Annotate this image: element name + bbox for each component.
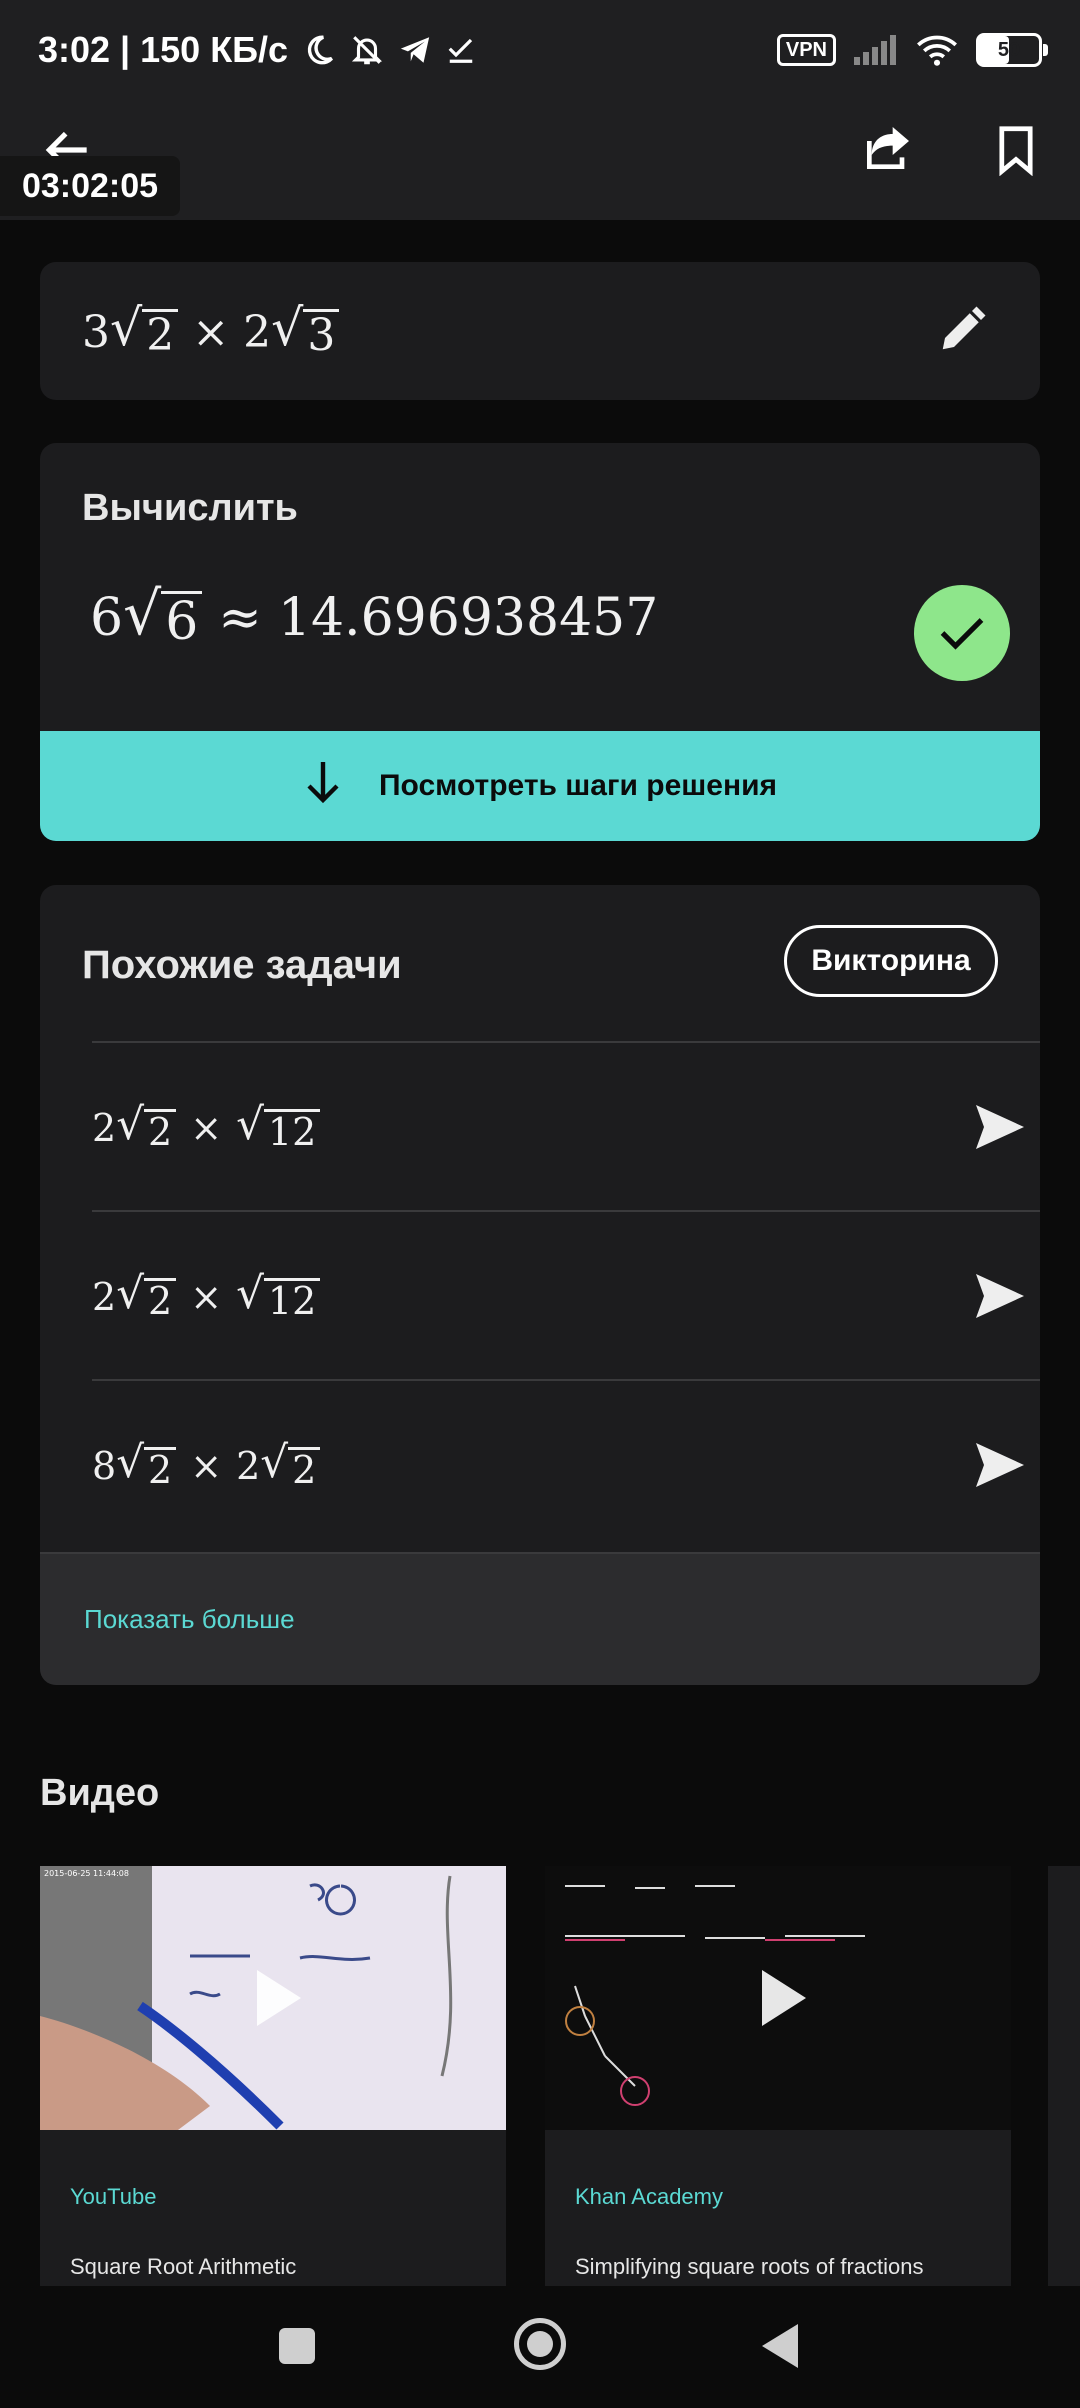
home-circle-icon[interactable] (514, 2318, 566, 2370)
radicand: 2 (144, 1277, 177, 1323)
operator: × (190, 1275, 223, 1319)
status-bar: 3:02 | 150 КБ/с VPN 50 (0, 0, 1080, 100)
problem-expression: 2 √ 2 × √ 12 (92, 1262, 321, 1332)
sqrt: √ 2 (260, 1440, 321, 1492)
view-steps-button[interactable]: Посмотреть шаги решения (40, 731, 1040, 841)
video-card-peek[interactable] (1048, 1866, 1080, 2286)
video-source: Khan Academy (575, 2184, 723, 2209)
sqrt: √ 2 (116, 1271, 177, 1323)
radicand: 2 (288, 1446, 321, 1492)
sqrt: √ 3 (271, 303, 340, 360)
video-source: YouTube (70, 2184, 157, 2209)
problem-expression: 2 √ 2 × √ 12 (92, 1093, 321, 1163)
share-icon[interactable] (860, 120, 916, 176)
vpn-badge: VPN (776, 34, 836, 66)
send-icon[interactable] (974, 1441, 1026, 1489)
result-decimal: 14.696938457 (277, 588, 659, 648)
coef-a: 8 (92, 1444, 117, 1488)
sqrt: √ 2 (116, 1440, 177, 1492)
play-icon[interactable] (762, 1970, 806, 2026)
radicand: 12 (263, 1108, 321, 1154)
pencil-icon[interactable] (936, 302, 990, 356)
moon-icon (302, 33, 336, 67)
video-title[interactable]: Square Root Arithmetic (70, 2254, 296, 2280)
show-more-bar[interactable]: Показать больше (40, 1552, 1040, 1685)
video-title[interactable]: Simplifying square roots of fractions (575, 2254, 924, 2280)
show-more-link[interactable]: Показать больше (84, 1604, 295, 1635)
battery-icon: 50 (976, 33, 1048, 67)
problem-expression: 3 √ 2 × 2 √ 3 (82, 292, 340, 372)
play-icon[interactable] (257, 1970, 301, 2026)
videos-heading: Видео (40, 1772, 160, 1814)
battery-level-text: 50 (997, 38, 1021, 61)
coef-b: 2 (243, 306, 272, 358)
view-steps-label: Посмотреть шаги решения (378, 769, 778, 802)
similar-problems-title: Похожие задачи (82, 943, 402, 987)
similar-problem-row[interactable]: 2 √ 2 × √ 12 (92, 1041, 1040, 1209)
coef-a: 2 (92, 1275, 117, 1319)
telegram-icon (398, 33, 432, 67)
bookmark-icon[interactable] (994, 124, 1038, 177)
app-bar: 03:02:05 (0, 100, 1080, 220)
sqrt: √ 2 (116, 1102, 177, 1154)
problem-expression: 8 √ 2 × 2 √ 2 (92, 1431, 321, 1501)
check-circle-icon (914, 585, 1010, 681)
radicand: 6 (161, 590, 203, 651)
coef-a: 2 (92, 1106, 117, 1150)
sqrt: √ 12 (236, 1102, 321, 1154)
recents-square-icon[interactable] (279, 2328, 315, 2364)
result-expression: 6 √ 6 ≈ 14.696938457 (90, 573, 658, 663)
video-thumbnail[interactable]: 2015-06-25 11:44:08 (40, 1866, 506, 2130)
result-title: Вычислить (82, 487, 298, 529)
arrow-down-icon (303, 758, 343, 814)
radicand: 2 (142, 309, 179, 360)
radicand: 12 (263, 1277, 321, 1323)
back-triangle-icon[interactable] (762, 2324, 798, 2368)
send-icon[interactable] (974, 1272, 1026, 1320)
similar-problem-row[interactable]: 2 √ 2 × √ 12 (92, 1210, 1040, 1378)
radicand: 3 (303, 309, 340, 360)
approx-sign: ≈ (218, 588, 262, 648)
sqrt: √ 6 (123, 584, 203, 651)
sqrt: √ 2 (110, 303, 179, 360)
operator: × (190, 1106, 223, 1150)
similar-problems-card: Похожие задачи Викторина 2 √ 2 × √ 12 2 √ 2… (40, 885, 1040, 1685)
bell-off-icon (350, 33, 384, 67)
coef-b: 2 (236, 1444, 261, 1488)
video-card[interactable]: Khan Academy Simplifying square roots of… (545, 1866, 1011, 2286)
svg-text:2015-06-25 11:44:08: 2015-06-25 11:44:08 (44, 1869, 129, 1878)
result-card: Вычислить 6 √ 6 ≈ 14.696938457 Посмотреть… (40, 443, 1040, 841)
send-icon[interactable] (974, 1103, 1026, 1151)
operator: × (192, 306, 230, 358)
problem-input-card[interactable]: 3 √ 2 × 2 √ 3 (40, 262, 1040, 400)
video-card[interactable]: 2015-06-25 11:44:08 YouTube Square Root … (40, 1866, 506, 2286)
operator: × (190, 1444, 223, 1488)
radicand: 2 (144, 1446, 177, 1492)
timer-badge: 03:02:05 (0, 156, 180, 216)
signal-icon (854, 35, 898, 65)
check-download-icon (446, 35, 476, 65)
coef-a: 3 (82, 306, 110, 358)
video-thumbnail[interactable] (545, 1866, 1011, 2130)
sqrt: √ 12 (236, 1271, 321, 1323)
similar-problem-row[interactable]: 8 √ 2 × 2 √ 2 (92, 1379, 1040, 1547)
result-coef: 6 (90, 588, 124, 648)
quiz-button[interactable]: Викторина (784, 925, 998, 997)
status-time-speed: 3:02 | 150 КБ/с (38, 29, 289, 70)
wifi-icon (916, 33, 958, 67)
system-nav-bar (0, 2286, 1080, 2408)
radicand: 2 (144, 1108, 177, 1154)
